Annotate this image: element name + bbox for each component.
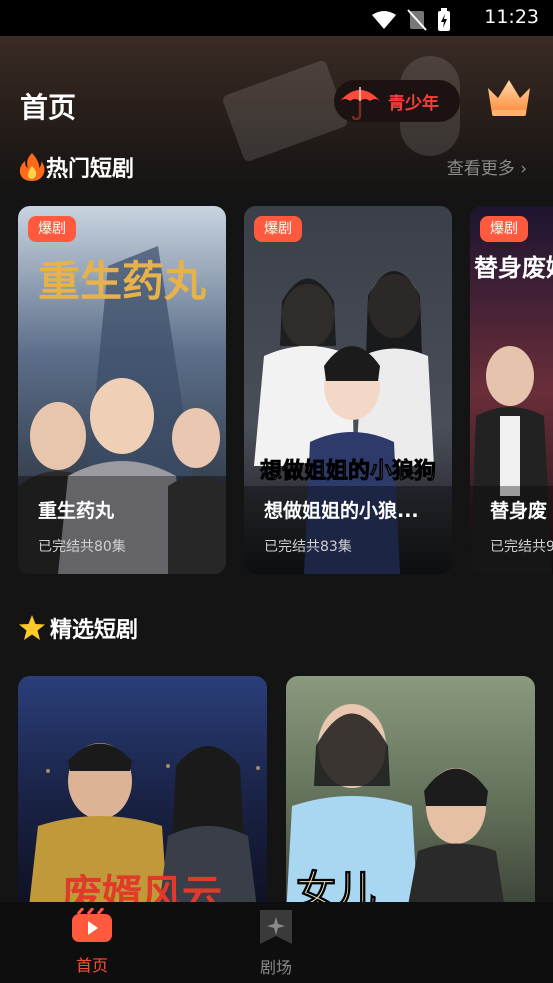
hot-badge: 爆剧	[28, 216, 76, 242]
nav-theater[interactable]: 剧场	[236, 908, 316, 978]
wifi-icon	[372, 11, 396, 29]
hot-badge: 爆剧	[480, 216, 528, 242]
hot-drama-card[interactable]: 替身废婿 爆剧 替身废 已完结共9	[470, 206, 553, 574]
drama-poster-image: 废婿风云	[18, 676, 267, 916]
featured-drama-card[interactable]: 废婿风云	[18, 676, 267, 916]
hot-drama-card[interactable]: 想做姐姐的小狼狗 爆剧 想做姐姐的小狼... 已完结共83集	[244, 206, 452, 574]
drama-title: 想做姐姐的小狼...	[264, 500, 419, 522]
status-time: 11:23	[484, 6, 539, 28]
fire-icon	[19, 153, 45, 181]
hot-drama-card[interactable]: 重生药丸 爆剧 重生药丸 已完结共80集	[18, 206, 226, 574]
status-bar: 11:23	[0, 0, 553, 36]
poster-title-art: 替身废婿	[474, 253, 553, 282]
drama-episodes: 已完结共83集	[264, 539, 352, 555]
featured-section-label: 精选短剧	[50, 618, 139, 643]
poster-title-art: 重生药丸	[38, 257, 206, 306]
chevron-right-icon: ›	[520, 159, 527, 179]
hot-drama-card-clip: 替身废婿 爆剧 替身废 已完结共9	[470, 206, 553, 574]
drama-episodes: 已完结共80集	[38, 539, 126, 555]
star-icon	[19, 615, 45, 640]
page-title: 首页	[20, 91, 77, 124]
theater-sparkle-icon	[260, 910, 292, 944]
nav-home-label: 首页	[75, 956, 108, 975]
hot-section-label: 热门短剧	[46, 157, 135, 182]
umbrella-icon	[340, 87, 380, 121]
see-more-link[interactable]: 查看更多 ›	[447, 154, 527, 179]
home-video-icon	[72, 907, 112, 942]
drama-title: 替身废	[490, 500, 548, 522]
drama-episodes: 已完结共9	[490, 539, 553, 555]
crown-vip-icon[interactable]	[484, 72, 534, 120]
teen-mode-label: 青少年	[388, 93, 439, 114]
poster-title-art: 想做姐姐的小狼狗	[260, 458, 436, 484]
battery-charging-icon	[438, 8, 450, 31]
hot-badge: 爆剧	[254, 216, 302, 242]
drama-poster-image: 女儿	[286, 676, 535, 916]
status-icons	[371, 8, 451, 32]
nav-home[interactable]: 首页	[52, 907, 132, 976]
see-more-label: 查看更多	[446, 159, 515, 179]
featured-drama-card[interactable]: 女儿	[286, 676, 535, 916]
featured-section-title: 精选短剧	[18, 612, 138, 644]
no-sim-icon	[407, 9, 427, 31]
nav-theater-label: 剧场	[259, 958, 292, 977]
teen-mode-button[interactable]: 青少年	[334, 80, 460, 122]
drama-title: 重生药丸	[38, 500, 115, 522]
hot-section-title: 热门短剧	[18, 151, 134, 183]
